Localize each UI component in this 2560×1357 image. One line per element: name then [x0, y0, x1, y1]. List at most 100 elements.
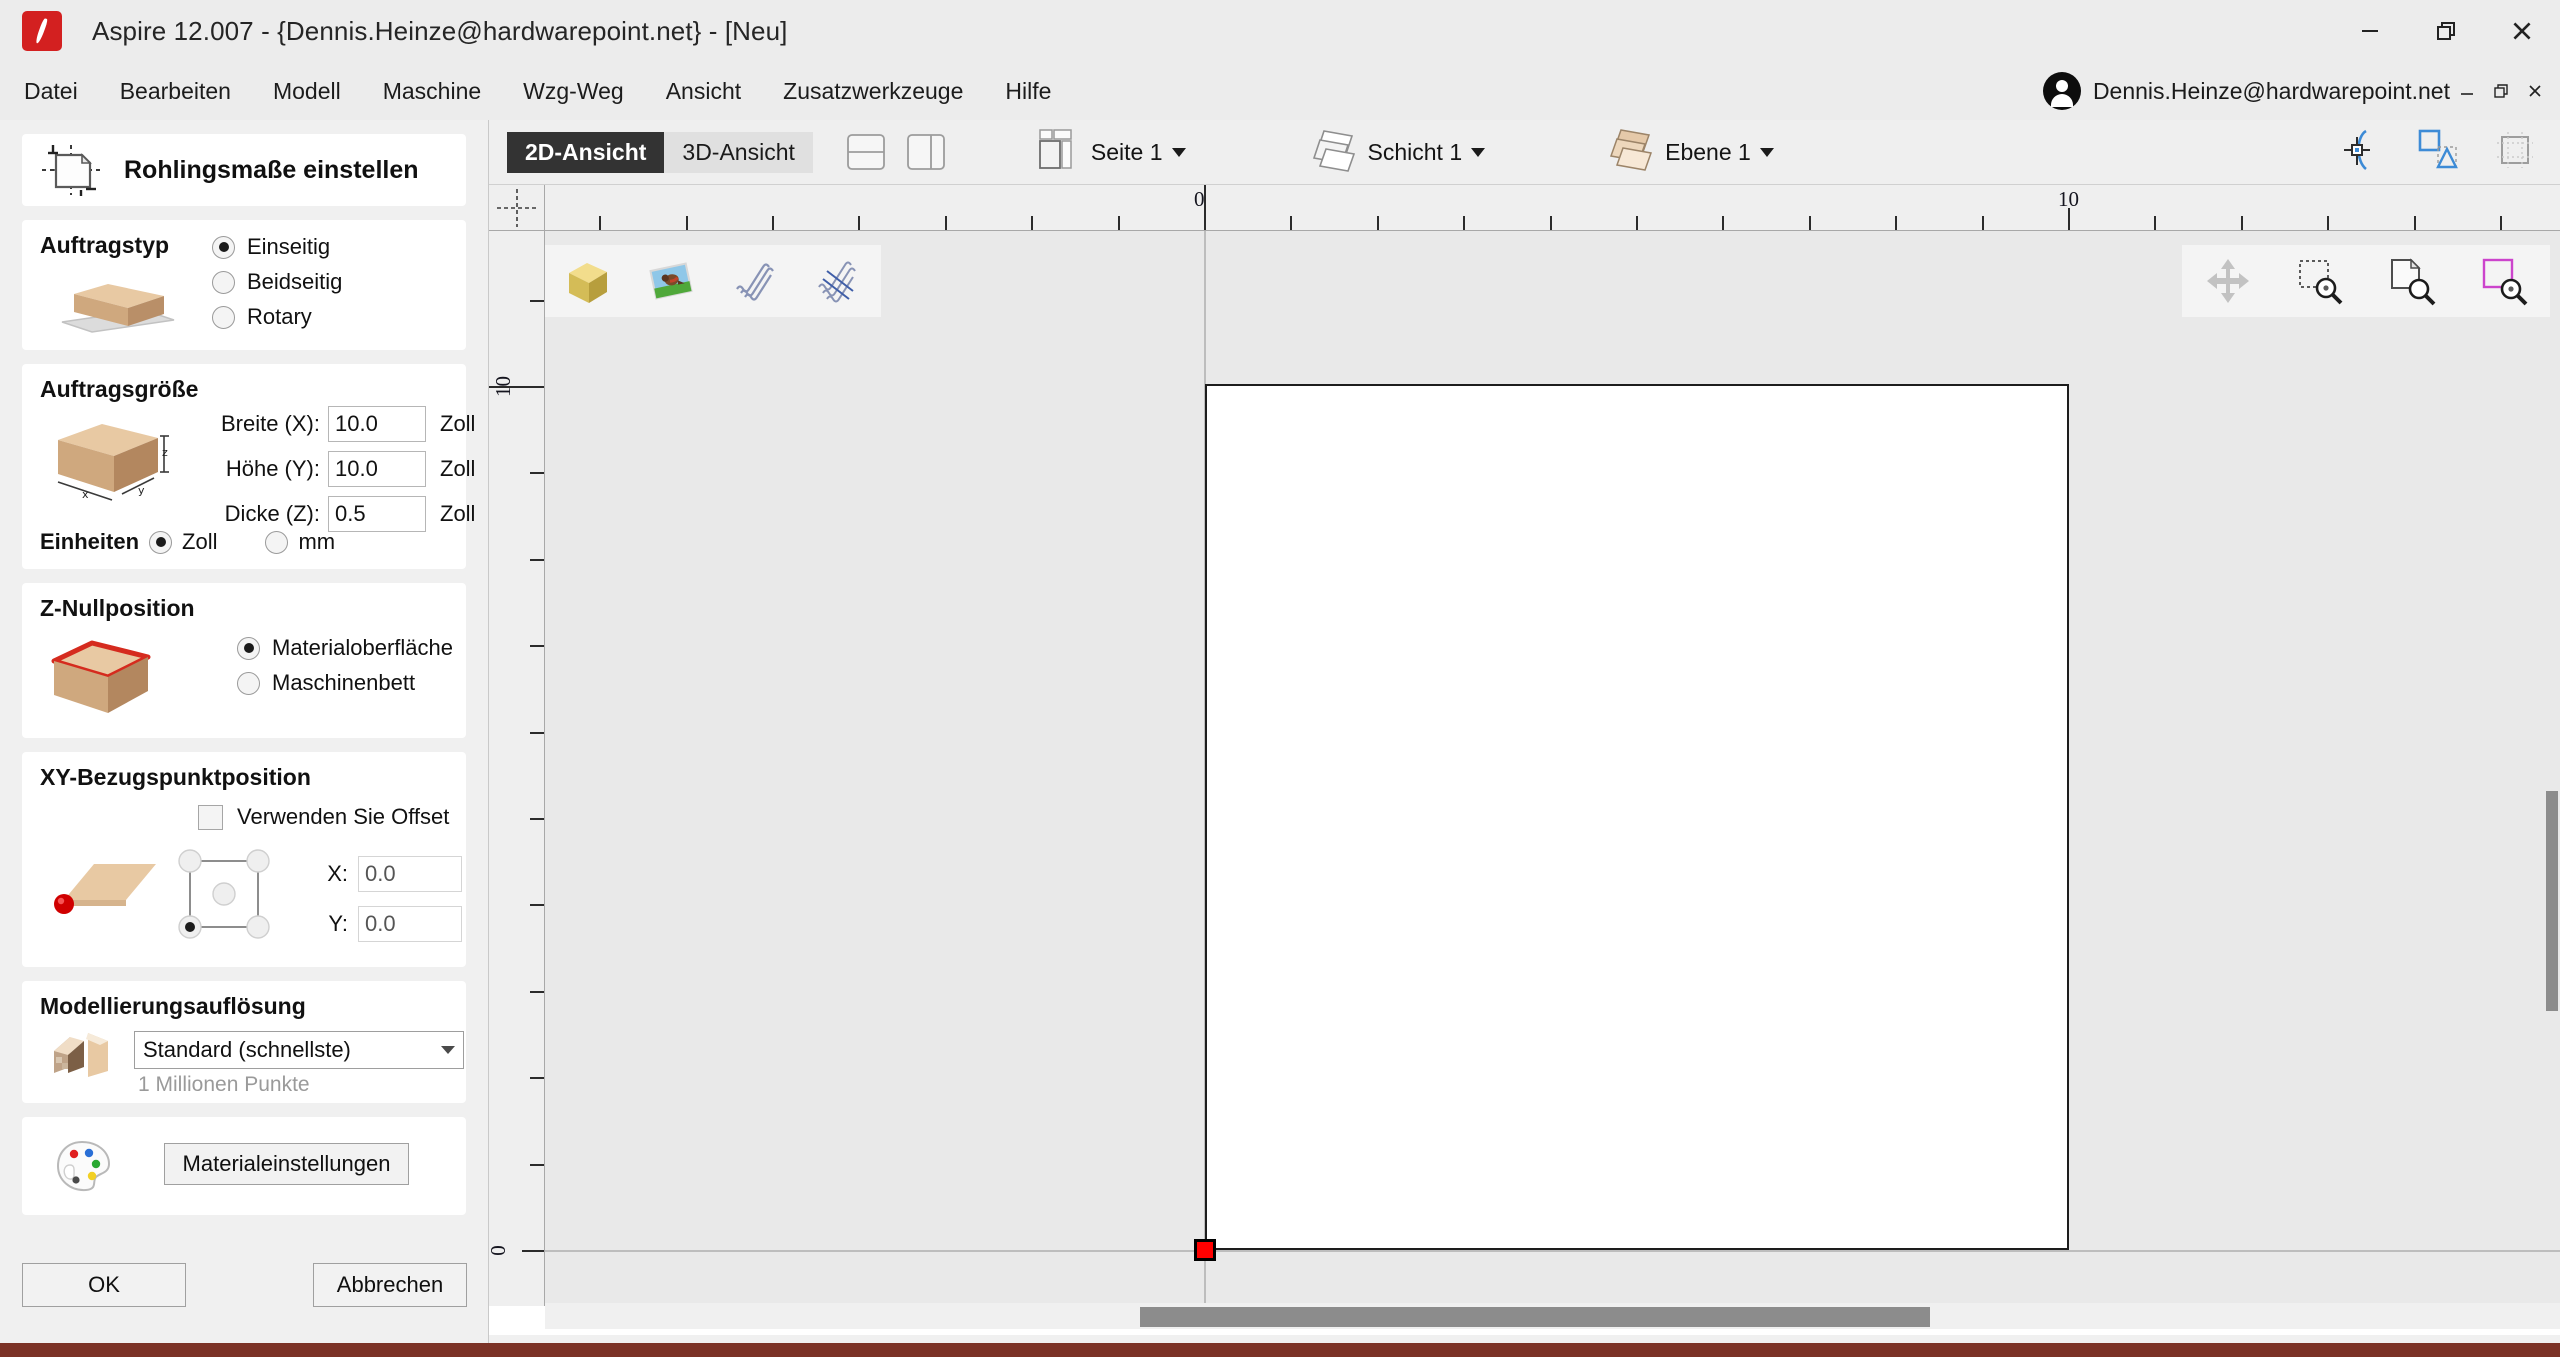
material-boundary[interactable] [1205, 384, 2069, 1250]
svg-text:z: z [162, 446, 168, 459]
zoom-selection-icon[interactable] [2294, 255, 2346, 307]
xy-datum-label-x: X: [327, 861, 348, 886]
cancel-button[interactable]: Abbrechen [313, 1263, 467, 1307]
job-type-label-rotary: Rotary [247, 304, 312, 329]
document-minimize-icon[interactable] [2450, 70, 2484, 112]
document-restore-icon[interactable] [2484, 70, 2518, 112]
z-zero-title: Z-Nullposition [40, 595, 195, 621]
xy-datum-input-x[interactable]: 0.0 [358, 856, 462, 892]
toolpath-preview-icon[interactable] [729, 255, 781, 307]
xy-datum-input-y[interactable]: 0.0 [358, 906, 462, 942]
use-offset-row[interactable]: Verwenden Sie Offset [198, 804, 449, 830]
ruler-tick [522, 1250, 544, 1252]
menu-item-maschine[interactable]: Maschine [383, 72, 481, 111]
sheet-chevron-down-icon[interactable] [1471, 147, 1486, 157]
layer-icon [1607, 127, 1659, 178]
menu-item-datei[interactable]: Datei [24, 72, 78, 111]
bitmap-image-icon[interactable] [645, 255, 697, 307]
menu-item-wzg-weg[interactable]: Wzg-Weg [523, 72, 624, 111]
ruler-tick [772, 216, 774, 230]
z-zero-option-machine-bed[interactable]: Maschinenbett [237, 670, 453, 696]
canvas-left-toolbar [545, 245, 881, 317]
menu-item-ansicht[interactable]: Ansicht [666, 72, 741, 111]
toolpath-multiple-icon[interactable] [813, 255, 865, 307]
ruler-horizontal[interactable]: 0 10 [545, 185, 2560, 231]
radio-einseitig[interactable] [212, 235, 235, 259]
layer-chevron-down-icon[interactable] [1759, 147, 1774, 157]
snap-node-icon[interactable] [2336, 127, 2382, 178]
radio-rotary[interactable] [212, 305, 235, 329]
ruler-tick [1808, 216, 1811, 230]
ruler-corner[interactable] [489, 185, 545, 231]
3d-model-icon[interactable] [561, 255, 613, 307]
split-vertical-icon[interactable] [903, 129, 949, 175]
xy-datum-corner-selector[interactable] [170, 844, 278, 949]
radio-materialoberflaeche[interactable] [237, 636, 260, 660]
menu-item-hilfe[interactable]: Hilfe [1005, 72, 1051, 111]
units-label-zoll: Zoll [182, 529, 218, 554]
job-type-label-beidseitig: Beidseitig [247, 269, 343, 294]
vertical-scrollbar-thumb[interactable] [2546, 791, 2558, 1011]
xy-origin-marker[interactable] [1194, 1239, 1216, 1261]
ruler-tick [1031, 216, 1034, 230]
modeling-resolution-section: Modellierungsauflösung Standard (schnell… [22, 981, 466, 1103]
job-size-input-height[interactable]: 10.0 [328, 451, 426, 487]
radio-units-zoll[interactable] [149, 530, 173, 554]
horizontal-scrollbar-thumb[interactable] [1140, 1307, 1930, 1327]
split-horizontal-icon[interactable] [843, 129, 889, 175]
job-type-option-beidseitig[interactable]: Beidseitig [212, 269, 342, 295]
tab-2d-view[interactable]: 2D-Ansicht [507, 131, 665, 173]
job-size-unit-width: Zoll [440, 411, 476, 436]
ruler-tick [530, 904, 544, 907]
radio-units-mm[interactable] [265, 530, 289, 554]
ruler-tick [2500, 216, 2502, 230]
drawing-canvas[interactable] [545, 231, 2560, 1306]
close-icon[interactable] [2484, 0, 2560, 62]
modeling-resolution-select[interactable]: Standard (schnellste) [134, 1031, 464, 1069]
menu-item-modell[interactable]: Modell [273, 72, 341, 111]
snap-tools [2336, 127, 2538, 178]
z-zero-label-machine-bed: Maschinenbett [272, 670, 416, 695]
ruler-tick [1549, 216, 1552, 230]
ok-button[interactable]: OK [22, 1263, 186, 1307]
ruler-tick [530, 472, 544, 475]
minimize-icon[interactable] [2332, 0, 2408, 62]
tab-3d-view[interactable]: 3D-Ansicht [664, 131, 813, 173]
zoom-job-icon[interactable] [2478, 255, 2530, 307]
pan-icon[interactable] [2202, 255, 2254, 307]
page-selector[interactable]: Seite 1 [1037, 127, 1186, 178]
use-offset-label: Verwenden Sie Offset [237, 804, 450, 829]
page-chevron-down-icon[interactable] [1171, 147, 1186, 157]
dialog-header: Rohlingsmaße einstellen [22, 134, 466, 206]
zoom-drawing-icon[interactable] [2386, 255, 2438, 307]
restore-icon[interactable] [2408, 0, 2484, 62]
menu-item-zusatzwerkzeuge[interactable]: Zusatzwerkzeuge [783, 72, 963, 111]
radio-maschinenbett[interactable] [237, 671, 260, 695]
material-settings-button[interactable]: Materialeinstellungen [164, 1143, 409, 1185]
job-type-option-einseitig[interactable]: Einseitig [212, 234, 342, 260]
job-type-label-einseitig: Einseitig [247, 234, 331, 259]
job-size-input-thickness[interactable]: 0.5 [328, 496, 426, 532]
units-label-mm: mm [298, 529, 336, 554]
checkbox-use-offset[interactable] [198, 804, 223, 830]
radio-beidseitig[interactable] [212, 270, 235, 294]
material-setup-dialog: Rohlingsmaße einstellen Auftragstyp Eins… [0, 120, 489, 1357]
status-strip [0, 1343, 2560, 1357]
snap-grid-icon[interactable] [2492, 127, 2538, 178]
ruler-tick [1981, 216, 1984, 230]
job-size-section: Auftragsgröße z y x Breite (X): 10.0 Zol… [22, 364, 475, 569]
job-size-input-width[interactable]: 10.0 [328, 406, 426, 442]
z-zero-option-material-surface[interactable]: Materialoberfläche [237, 635, 453, 661]
ruler-vertical[interactable]: 010 [489, 231, 545, 1306]
document-close-icon[interactable] [2518, 70, 2552, 112]
ruler-origin-line [489, 386, 544, 388]
ruler-tick [599, 216, 602, 230]
job-size-label-width: Breite (X): [220, 411, 320, 436]
menu-item-bearbeiten[interactable]: Bearbeiten [120, 72, 231, 111]
sheet-selector[interactable]: Schicht 1 [1312, 127, 1486, 178]
job-type-option-rotary[interactable]: Rotary [212, 304, 342, 330]
job-type-title: Auftragstyp [40, 232, 170, 258]
snap-geometry-icon[interactable] [2414, 127, 2460, 178]
user-avatar-icon[interactable] [2042, 72, 2081, 110]
layer-selector[interactable]: Ebene 1 [1607, 127, 1774, 178]
